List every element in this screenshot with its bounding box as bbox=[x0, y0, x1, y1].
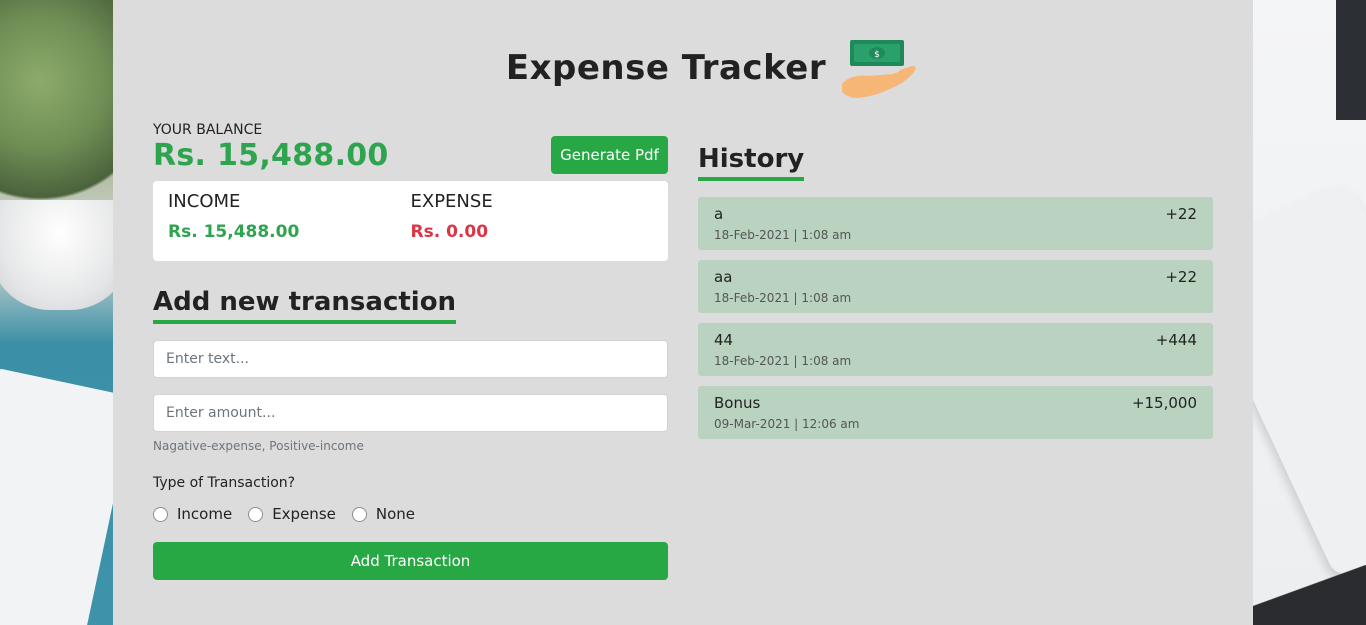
paper-decoration bbox=[0, 368, 113, 625]
history-item-text: 44 bbox=[714, 331, 734, 349]
history-item-amount: +22 bbox=[1165, 268, 1197, 286]
calculator-decoration bbox=[1253, 178, 1366, 582]
income-expense-summary: INCOME Rs. 15,488.00 EXPENSE Rs. 0.00 bbox=[153, 181, 668, 261]
plant-decoration bbox=[0, 0, 113, 220]
radio-income-label: Income bbox=[177, 505, 233, 523]
radio-expense-circle[interactable] bbox=[248, 506, 264, 522]
amount-input[interactable] bbox=[153, 394, 668, 432]
history-item-amount: +15,000 bbox=[1131, 394, 1197, 412]
history-item-text: Bonus bbox=[714, 394, 761, 412]
history-item-text: a bbox=[714, 205, 724, 223]
generate-pdf-button[interactable]: Generate Pdf bbox=[551, 136, 668, 174]
history-list: a +22 18-Feb-2021 | 1:08 am aa +22 18-Fe… bbox=[698, 197, 1213, 439]
background-right bbox=[1253, 0, 1366, 625]
pot-decoration bbox=[0, 200, 113, 310]
history-item-date: 18-Feb-2021 | 1:08 am bbox=[714, 228, 852, 242]
history-item-text: aa bbox=[714, 268, 733, 286]
money-hand-icon: $ bbox=[842, 40, 916, 98]
history-item-date: 18-Feb-2021 | 1:08 am bbox=[714, 291, 852, 305]
expense-value: Rs. 0.00 bbox=[410, 222, 489, 242]
history-item-amount: +22 bbox=[1165, 205, 1197, 223]
dark-decoration bbox=[1336, 0, 1366, 120]
app-container: Expense Tracker $ YOUR BALANCE Rs. 15,48… bbox=[113, 0, 1253, 625]
radio-expense-label: Expense bbox=[272, 505, 336, 523]
left-column: YOUR BALANCE Rs. 15,488.00 Generate Pdf … bbox=[153, 120, 668, 580]
income-label: INCOME bbox=[168, 191, 241, 212]
add-transaction-heading-wrap: Add new transaction bbox=[153, 287, 668, 324]
amount-hint: Nagative-expense, Positive-income bbox=[153, 439, 364, 453]
income-column: INCOME Rs. 15,488.00 bbox=[168, 191, 411, 251]
svg-text:$: $ bbox=[874, 50, 880, 60]
history-item[interactable]: Bonus +15,000 09-Mar-2021 | 12:06 am bbox=[698, 386, 1213, 439]
radio-none-circle[interactable] bbox=[351, 506, 367, 522]
radio-none-label: None bbox=[375, 505, 415, 523]
dark-corner-decoration bbox=[1253, 565, 1366, 625]
app-header: Expense Tracker $ bbox=[113, 36, 1253, 106]
history-item-amount: +444 bbox=[1155, 331, 1197, 349]
text-input[interactable] bbox=[153, 340, 668, 378]
radio-income[interactable]: Income bbox=[153, 505, 232, 523]
transaction-type-radios: Income Expense None bbox=[153, 505, 668, 523]
history-item-date: 09-Mar-2021 | 12:06 am bbox=[714, 417, 860, 431]
balance-section: YOUR BALANCE Rs. 15,488.00 Generate Pdf bbox=[153, 122, 668, 174]
background-left bbox=[0, 0, 113, 625]
add-transaction-title: Add new transaction bbox=[153, 287, 457, 324]
transaction-type-label: Type of Transaction? bbox=[153, 475, 296, 491]
expense-column: EXPENSE Rs. 0.00 bbox=[411, 191, 654, 251]
radio-expense[interactable]: Expense bbox=[248, 505, 336, 523]
history-title: History bbox=[698, 144, 805, 181]
app-title: Expense Tracker bbox=[505, 48, 827, 88]
income-value: Rs. 15,488.00 bbox=[168, 222, 300, 242]
right-column: History a +22 18-Feb-2021 | 1:08 am aa +… bbox=[698, 144, 1213, 449]
history-item-date: 18-Feb-2021 | 1:08 am bbox=[714, 354, 852, 368]
radio-income-circle[interactable] bbox=[153, 506, 168, 522]
add-transaction-button[interactable]: Add Transaction bbox=[153, 542, 668, 580]
history-item[interactable]: 44 +444 18-Feb-2021 | 1:08 am bbox=[698, 323, 1213, 376]
radio-none[interactable]: None bbox=[351, 505, 415, 523]
expense-label: EXPENSE bbox=[410, 191, 493, 212]
history-item[interactable]: aa +22 18-Feb-2021 | 1:08 am bbox=[698, 260, 1213, 313]
history-item[interactable]: a +22 18-Feb-2021 | 1:08 am bbox=[698, 197, 1213, 250]
